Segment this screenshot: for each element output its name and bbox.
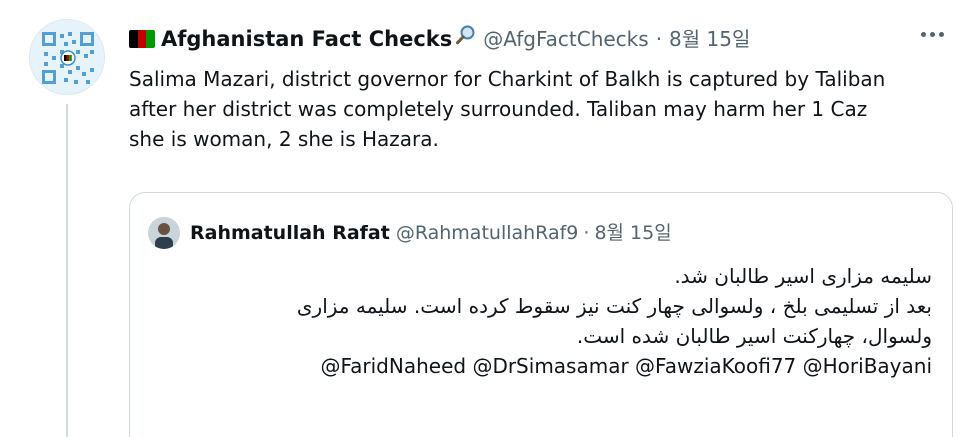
quoted-tweet-text: سلیمه مزاری اسیر طالبان شد. بعد از تسلیم… bbox=[142, 261, 932, 381]
tweet-text-line: after her district was completely surrou… bbox=[129, 97, 868, 121]
mentions-line: @FaridNaheed @DrSimasamar @FawziaKoofi77… bbox=[142, 351, 932, 381]
mention-link[interactable]: @HoriBayani bbox=[803, 354, 932, 378]
quoted-avatar[interactable] bbox=[148, 217, 180, 249]
mention-link[interactable]: @DrSimasamar bbox=[472, 354, 628, 378]
quoted-tweet-card[interactable]: Rahmatullah Rafat @RahmatullahRaf9 · 8월 … bbox=[129, 192, 953, 437]
quoted-tweet-date[interactable]: 8월 15일 bbox=[594, 220, 671, 246]
thread-line bbox=[66, 104, 68, 437]
quoted-text-line: بعد از تسلیمی بلخ ، ولسوالی چهار کنت نیز… bbox=[296, 294, 932, 318]
qr-code-avatar-icon bbox=[30, 20, 104, 94]
flag-afghanistan-icon bbox=[129, 29, 155, 48]
mention-link[interactable]: @FawziaKoofi77 bbox=[635, 354, 796, 378]
avatar[interactable] bbox=[29, 19, 105, 95]
user-handle[interactable]: @AfgFactChecks bbox=[483, 25, 648, 53]
tweet-header: Afghanistan Fact Checks @AfgFactChecks ·… bbox=[129, 24, 750, 53]
quoted-text-line: سلیمه مزاری اسیر طالبان شد. bbox=[674, 264, 932, 288]
tweet-text-line: she is woman, 2 she is Hazara. bbox=[129, 127, 439, 151]
tweet-date[interactable]: 8월 15일 bbox=[669, 25, 750, 53]
quoted-user-handle[interactable]: @RahmatullahRaf9 bbox=[396, 220, 579, 246]
tweet-text-line: Salima Mazari, district governor for Cha… bbox=[129, 67, 886, 91]
tweet-text: Salima Mazari, district governor for Cha… bbox=[129, 64, 949, 154]
magnifier-icon bbox=[455, 24, 477, 53]
quoted-display-name[interactable]: Rahmatullah Rafat bbox=[190, 220, 390, 246]
more-icon[interactable] bbox=[921, 32, 944, 37]
mention-link[interactable]: @FaridNaheed bbox=[320, 354, 466, 378]
quoted-tweet-header: Rahmatullah Rafat @RahmatullahRaf9 · 8월 … bbox=[148, 217, 672, 249]
quoted-text-line: ولسوال، چهارکنت اسیر طالبان شده است. bbox=[576, 324, 932, 348]
display-name[interactable]: Afghanistan Fact Checks bbox=[161, 25, 452, 53]
separator-dot: · bbox=[583, 222, 590, 244]
separator-dot: · bbox=[655, 26, 663, 51]
tweet[interactable]: Afghanistan Fact Checks @AfgFactChecks ·… bbox=[0, 0, 968, 437]
